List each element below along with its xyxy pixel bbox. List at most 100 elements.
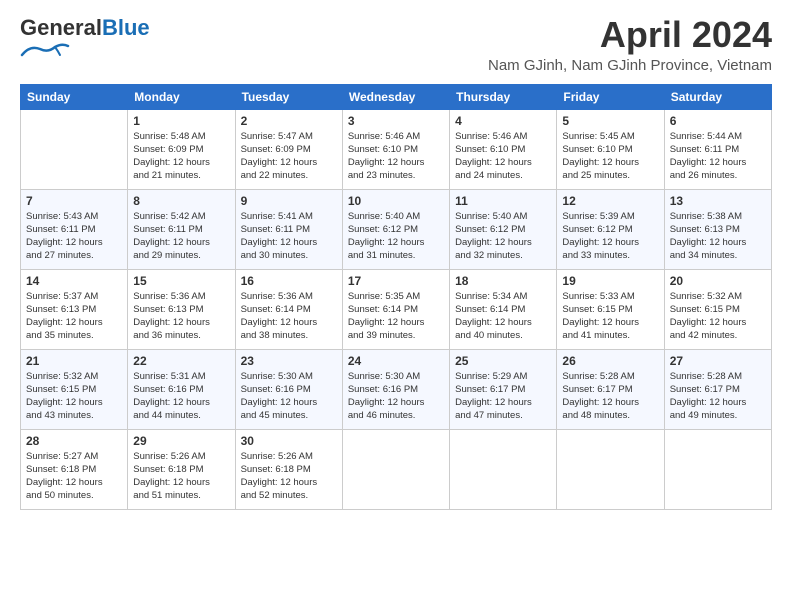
logo: GeneralBlue: [20, 15, 150, 64]
day-info: Sunrise: 5:30 AM Sunset: 6:16 PM Dayligh…: [348, 370, 444, 423]
calendar-cell: 11Sunrise: 5:40 AM Sunset: 6:12 PM Dayli…: [450, 189, 557, 269]
day-number: 11: [455, 194, 551, 208]
day-number: 28: [26, 434, 122, 448]
day-info: Sunrise: 5:35 AM Sunset: 6:14 PM Dayligh…: [348, 290, 444, 343]
day-info: Sunrise: 5:33 AM Sunset: 6:15 PM Dayligh…: [562, 290, 658, 343]
day-number: 3: [348, 114, 444, 128]
day-info: Sunrise: 5:26 AM Sunset: 6:18 PM Dayligh…: [133, 450, 229, 503]
day-number: 14: [26, 274, 122, 288]
calendar-cell: 20 Sunrise: 5:32 AM Sunset: 6:15 PM Dayli…: [664, 269, 771, 349]
day-info: Sunrise: 5:43 AM Sunset: 6:11 PM Dayligh…: [26, 210, 122, 263]
calendar-cell: 4 Sunrise: 5:46 AM Sunset: 6:10 PM Daylig…: [450, 109, 557, 189]
week-row-2: 7 Sunrise: 5:43 AM Sunset: 6:11 PM Daylig…: [21, 189, 772, 269]
calendar-cell: 5Sunrise: 5:45 AM Sunset: 6:10 PM Daylig…: [557, 109, 664, 189]
day-info: Sunrise: 5:48 AM Sunset: 6:09 PM Dayligh…: [133, 130, 229, 183]
calendar-cell: 6 Sunrise: 5:44 AM Sunset: 6:11 PM Daylig…: [664, 109, 771, 189]
day-info: Sunrise: 5:36 AM Sunset: 6:13 PM Dayligh…: [133, 290, 229, 343]
calendar-cell: 27 Sunrise: 5:28 AM Sunset: 6:17 PM Dayli…: [664, 349, 771, 429]
day-number: 15: [133, 274, 229, 288]
weekday-header-tuesday: Tuesday: [235, 84, 342, 109]
day-number: 25: [455, 354, 551, 368]
day-info: Sunrise: 5:27 AM Sunset: 6:18 PM Dayligh…: [26, 450, 122, 503]
day-number: 24: [348, 354, 444, 368]
calendar-cell: 24 Sunrise: 5:30 AM Sunset: 6:16 PM Dayli…: [342, 349, 449, 429]
day-number: 30: [241, 434, 337, 448]
weekday-header-wednesday: Wednesday: [342, 84, 449, 109]
weekday-header-row: SundayMondayTuesdayWednesdayThursdayFrid…: [21, 84, 772, 109]
logo-general: General: [20, 15, 102, 40]
day-number: 20: [670, 274, 766, 288]
day-number: 22: [133, 354, 229, 368]
day-number: 12: [562, 194, 658, 208]
calendar-cell: 15 Sunrise: 5:36 AM Sunset: 6:13 PM Dayli…: [128, 269, 235, 349]
day-info: Sunrise: 5:42 AM Sunset: 6:11 PM Dayligh…: [133, 210, 229, 263]
weekday-header-saturday: Saturday: [664, 84, 771, 109]
calendar-cell: [450, 429, 557, 509]
day-info: Sunrise: 5:47 AM Sunset: 6:09 PM Dayligh…: [241, 130, 337, 183]
week-row-4: 21Sunrise: 5:32 AM Sunset: 6:15 PM Dayli…: [21, 349, 772, 429]
logo-bird-icon: [20, 43, 70, 59]
day-info: Sunrise: 5:37 AM Sunset: 6:13 PM Dayligh…: [26, 290, 122, 343]
week-row-3: 14 Sunrise: 5:37 AM Sunset: 6:13 PM Dayli…: [21, 269, 772, 349]
month-title: April 2024: [488, 15, 772, 55]
day-number: 4: [455, 114, 551, 128]
day-info: Sunrise: 5:34 AM Sunset: 6:14 PM Dayligh…: [455, 290, 551, 343]
day-info: Sunrise: 5:32 AM Sunset: 6:15 PM Dayligh…: [670, 290, 766, 343]
calendar-cell: 19 Sunrise: 5:33 AM Sunset: 6:15 PM Dayli…: [557, 269, 664, 349]
day-info: Sunrise: 5:28 AM Sunset: 6:17 PM Dayligh…: [670, 370, 766, 423]
calendar-cell: 14 Sunrise: 5:37 AM Sunset: 6:13 PM Dayli…: [21, 269, 128, 349]
calendar-cell: 22 Sunrise: 5:31 AM Sunset: 6:16 PM Dayli…: [128, 349, 235, 429]
day-info: Sunrise: 5:30 AM Sunset: 6:16 PM Dayligh…: [241, 370, 337, 423]
day-number: 2: [241, 114, 337, 128]
day-number: 9: [241, 194, 337, 208]
day-number: 18: [455, 274, 551, 288]
calendar-table: SundayMondayTuesdayWednesdayThursdayFrid…: [20, 84, 772, 510]
day-number: 21: [26, 354, 122, 368]
day-number: 27: [670, 354, 766, 368]
calendar-cell: 29 Sunrise: 5:26 AM Sunset: 6:18 PM Dayli…: [128, 429, 235, 509]
day-info: Sunrise: 5:46 AM Sunset: 6:10 PM Dayligh…: [455, 130, 551, 183]
day-info: Sunrise: 5:44 AM Sunset: 6:11 PM Dayligh…: [670, 130, 766, 183]
title-area: April 2024 Nam GJinh, Nam GJinh Province…: [488, 15, 772, 74]
day-number: 29: [133, 434, 229, 448]
weekday-header-thursday: Thursday: [450, 84, 557, 109]
day-number: 16: [241, 274, 337, 288]
calendar-cell: 7 Sunrise: 5:43 AM Sunset: 6:11 PM Daylig…: [21, 189, 128, 269]
day-number: 7: [26, 194, 122, 208]
week-row-5: 28 Sunrise: 5:27 AM Sunset: 6:18 PM Dayli…: [21, 429, 772, 509]
calendar-cell: 1 Sunrise: 5:48 AM Sunset: 6:09 PM Daylig…: [128, 109, 235, 189]
calendar-cell: 12 Sunrise: 5:39 AM Sunset: 6:12 PM Dayli…: [557, 189, 664, 269]
calendar-cell: 23Sunrise: 5:30 AM Sunset: 6:16 PM Dayli…: [235, 349, 342, 429]
weekday-header-friday: Friday: [557, 84, 664, 109]
week-row-1: 1 Sunrise: 5:48 AM Sunset: 6:09 PM Daylig…: [21, 109, 772, 189]
logo-text: GeneralBlue: [20, 15, 150, 41]
day-number: 1: [133, 114, 229, 128]
day-number: 13: [670, 194, 766, 208]
calendar-cell: 26Sunrise: 5:28 AM Sunset: 6:17 PM Dayli…: [557, 349, 664, 429]
calendar-cell: 2 Sunrise: 5:47 AM Sunset: 6:09 PM Daylig…: [235, 109, 342, 189]
calendar-cell: 10Sunrise: 5:40 AM Sunset: 6:12 PM Dayli…: [342, 189, 449, 269]
day-info: Sunrise: 5:26 AM Sunset: 6:18 PM Dayligh…: [241, 450, 337, 503]
day-number: 19: [562, 274, 658, 288]
day-number: 26: [562, 354, 658, 368]
calendar-cell: 9Sunrise: 5:41 AM Sunset: 6:11 PM Daylig…: [235, 189, 342, 269]
day-number: 8: [133, 194, 229, 208]
location-title: Nam GJinh, Nam GJinh Province, Vietnam: [488, 57, 772, 74]
calendar-cell: 18 Sunrise: 5:34 AM Sunset: 6:14 PM Dayli…: [450, 269, 557, 349]
calendar-cell: 13 Sunrise: 5:38 AM Sunset: 6:13 PM Dayli…: [664, 189, 771, 269]
calendar-cell: 3Sunrise: 5:46 AM Sunset: 6:10 PM Daylig…: [342, 109, 449, 189]
calendar-cell: 28 Sunrise: 5:27 AM Sunset: 6:18 PM Dayli…: [21, 429, 128, 509]
calendar-cell: [664, 429, 771, 509]
day-info: Sunrise: 5:38 AM Sunset: 6:13 PM Dayligh…: [670, 210, 766, 263]
logo-blue: Blue: [102, 15, 150, 40]
day-info: Sunrise: 5:39 AM Sunset: 6:12 PM Dayligh…: [562, 210, 658, 263]
calendar-cell: [21, 109, 128, 189]
day-info: Sunrise: 5:31 AM Sunset: 6:16 PM Dayligh…: [133, 370, 229, 423]
header: GeneralBlue April 2024 Nam GJinh, Nam GJ…: [20, 15, 772, 74]
calendar-cell: 25 Sunrise: 5:29 AM Sunset: 6:17 PM Dayli…: [450, 349, 557, 429]
day-number: 6: [670, 114, 766, 128]
day-info: Sunrise: 5:45 AM Sunset: 6:10 PM Dayligh…: [562, 130, 658, 183]
calendar-cell: [557, 429, 664, 509]
weekday-header-monday: Monday: [128, 84, 235, 109]
day-info: Sunrise: 5:29 AM Sunset: 6:17 PM Dayligh…: [455, 370, 551, 423]
